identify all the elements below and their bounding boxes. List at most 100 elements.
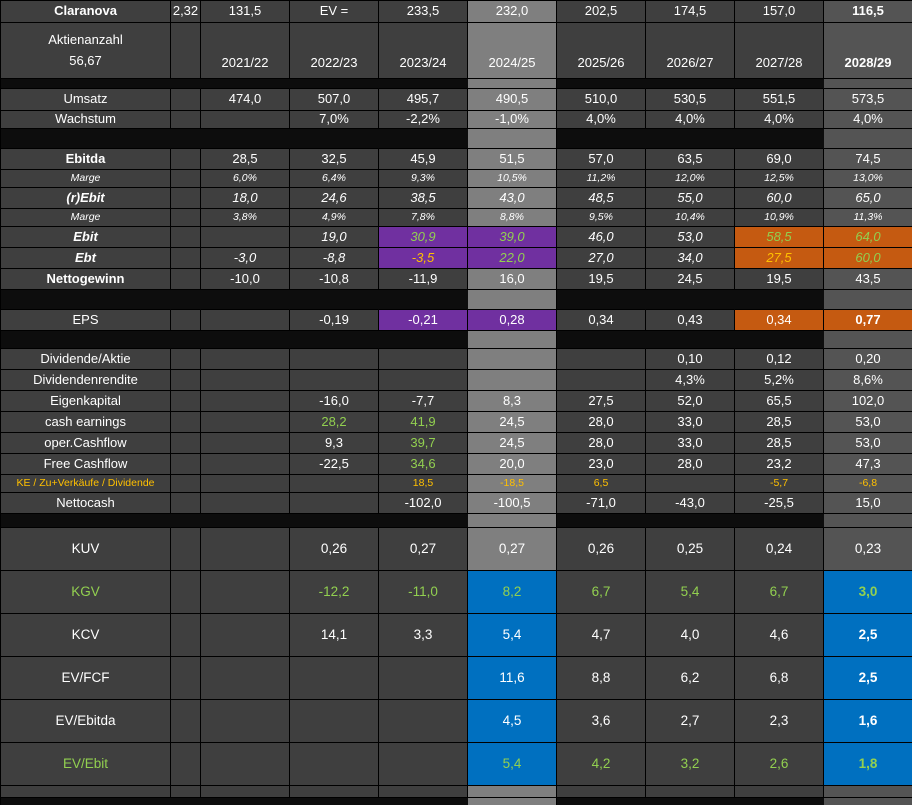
cell-ebitda-7[interactable]: 74,5 <box>824 149 912 170</box>
cell-ebit-4[interactable]: 46,0 <box>557 227 646 248</box>
cell-nettogewinn-6[interactable]: 19,5 <box>735 269 824 290</box>
col-header-2027-28[interactable]: 2027/28 <box>735 23 824 79</box>
cell-dividende-aktie-4[interactable] <box>557 349 646 370</box>
cell-ke-zu-verkaeufe-dividende-0[interactable] <box>201 475 290 493</box>
cell-footer-1-0[interactable] <box>201 786 290 798</box>
cell-ebitda-1[interactable]: 32,5 <box>290 149 379 170</box>
cell-ebitda-marge-1[interactable]: 6,4% <box>290 170 379 188</box>
cell-ev-ebit-1[interactable] <box>290 743 379 786</box>
cell-ebitda-marge-2[interactable]: 9,3% <box>379 170 468 188</box>
cell-oper-cashflow-5[interactable]: 33,0 <box>646 433 735 454</box>
cell-ev-ebit-3[interactable]: 5,4 <box>468 743 557 786</box>
cell-ev-ebit-6[interactable]: 2,6 <box>735 743 824 786</box>
cell-dividendenrendite-narrow[interactable] <box>171 370 201 391</box>
cell-footer-1-7[interactable] <box>824 786 912 798</box>
cell-ke-zu-verkaeufe-dividende-2[interactable]: 18,5 <box>379 475 468 493</box>
cell-dividende-aktie-6[interactable]: 0,12 <box>735 349 824 370</box>
cell-kgv-7[interactable]: 3,0 <box>824 571 912 614</box>
cell-ev-ebitda-4[interactable]: 3,6 <box>557 700 646 743</box>
cell-wachstum-3[interactable]: -1,0% <box>468 111 557 129</box>
cell-ev-ebit-2[interactable] <box>379 743 468 786</box>
row-label-ebit[interactable]: Ebit <box>1 227 171 248</box>
cell-nettogewinn-3[interactable]: 16,0 <box>468 269 557 290</box>
cell-nettogewinn-5[interactable]: 24,5 <box>646 269 735 290</box>
cell-rebit-marge-5[interactable]: 10,4% <box>646 209 735 227</box>
col-header-2024-25[interactable]: 2024/25 <box>468 23 557 79</box>
cell-ev-fcf-1[interactable] <box>290 657 379 700</box>
cell-cash-earnings-5[interactable]: 33,0 <box>646 412 735 433</box>
cell-ebitda-marge-narrow[interactable] <box>171 170 201 188</box>
cell-eigenkapital-narrow[interactable] <box>171 391 201 412</box>
cell-nettogewinn-1[interactable]: -10,8 <box>290 269 379 290</box>
cell-rebit-marge-2[interactable]: 7,8% <box>379 209 468 227</box>
row-label-oper-cashflow[interactable]: oper.Cashflow <box>1 433 171 454</box>
cell-wachstum-4[interactable]: 4,0% <box>557 111 646 129</box>
cell-ebit-3[interactable]: 39,0 <box>468 227 557 248</box>
cell-kcv-5[interactable]: 4,0 <box>646 614 735 657</box>
cell-ebit-2[interactable]: 30,9 <box>379 227 468 248</box>
cell-rebit-marge-7[interactable]: 11,3% <box>824 209 912 227</box>
row-label-rebit-marge[interactable]: Marge <box>1 209 171 227</box>
cell-ebitda-marge-7[interactable]: 13,0% <box>824 170 912 188</box>
cell-dividende-aktie-1[interactable] <box>290 349 379 370</box>
cell-ebit-0[interactable] <box>201 227 290 248</box>
cell-ebitda-3[interactable]: 51,5 <box>468 149 557 170</box>
cell-dividendenrendite-7[interactable]: 8,6% <box>824 370 912 391</box>
cell-eps-2[interactable]: -0,21 <box>379 310 468 331</box>
cell-ev-fcf-4[interactable]: 8,8 <box>557 657 646 700</box>
cell-kuv-7[interactable]: 0,23 <box>824 528 912 571</box>
cell-free-cashflow-5[interactable]: 28,0 <box>646 454 735 475</box>
cell-ebt-0[interactable]: -3,0 <box>201 248 290 269</box>
cell-kgv-2[interactable]: -11,0 <box>379 571 468 614</box>
cell-rebit-2[interactable]: 38,5 <box>379 188 468 209</box>
cell-ev-fcf-5[interactable]: 6,2 <box>646 657 735 700</box>
cell-nettogewinn-narrow[interactable] <box>171 269 201 290</box>
cell-ke-zu-verkaeufe-dividende-narrow[interactable] <box>171 475 201 493</box>
cell-rebit-narrow[interactable] <box>171 188 201 209</box>
cell-ev-ebitda-narrow[interactable] <box>171 700 201 743</box>
cell-ev-fcf-7[interactable]: 2,5 <box>824 657 912 700</box>
cell-nettocash-narrow[interactable] <box>171 493 201 514</box>
row-label-footer-1[interactable] <box>1 786 171 798</box>
cell-years-header-narrow[interactable] <box>171 23 201 79</box>
col-header-2021-22[interactable]: 2021/22 <box>201 23 290 79</box>
cell-ev-0[interactable]: 131,5 <box>201 1 290 23</box>
col-header-2026-27[interactable]: 2026/27 <box>646 23 735 79</box>
cell-free-cashflow-4[interactable]: 23,0 <box>557 454 646 475</box>
cell-kgv-0[interactable] <box>201 571 290 614</box>
cell-free-cashflow-6[interactable]: 23,2 <box>735 454 824 475</box>
cell-oper-cashflow-6[interactable]: 28,5 <box>735 433 824 454</box>
row-label-free-cashflow[interactable]: Free Cashflow <box>1 454 171 475</box>
cell-footer-1-3[interactable] <box>468 786 557 798</box>
cell-ev-ebit-7[interactable]: 1,8 <box>824 743 912 786</box>
cell-nettocash-6[interactable]: -25,5 <box>735 493 824 514</box>
cell-ebt-5[interactable]: 34,0 <box>646 248 735 269</box>
cell-kcv-narrow[interactable] <box>171 614 201 657</box>
row-label-rebit[interactable]: (r)Ebit <box>1 188 171 209</box>
cell-rebit-1[interactable]: 24,6 <box>290 188 379 209</box>
row-label-ev-ebitda[interactable]: EV/Ebitda <box>1 700 171 743</box>
cell-kuv-1[interactable]: 0,26 <box>290 528 379 571</box>
row-label-kuv[interactable]: KUV <box>1 528 171 571</box>
cell-nettocash-4[interactable]: -71,0 <box>557 493 646 514</box>
cell-nettogewinn-0[interactable]: -10,0 <box>201 269 290 290</box>
cell-ev-ebitda-7[interactable]: 1,6 <box>824 700 912 743</box>
col-header-2025-26[interactable]: 2025/26 <box>557 23 646 79</box>
cell-rebit-marge-1[interactable]: 4,9% <box>290 209 379 227</box>
cell-eps-narrow[interactable] <box>171 310 201 331</box>
cell-kuv-4[interactable]: 0,26 <box>557 528 646 571</box>
cell-dividendenrendite-0[interactable] <box>201 370 290 391</box>
cell-ke-zu-verkaeufe-dividende-6[interactable]: -5,7 <box>735 475 824 493</box>
cell-dividendenrendite-3[interactable] <box>468 370 557 391</box>
cell-ev-fcf-narrow[interactable] <box>171 657 201 700</box>
cell-kuv-6[interactable]: 0,24 <box>735 528 824 571</box>
cell-oper-cashflow-narrow[interactable] <box>171 433 201 454</box>
cell-rebit-4[interactable]: 48,5 <box>557 188 646 209</box>
row-label-ev[interactable]: Claranova <box>1 1 171 23</box>
row-label-nettogewinn[interactable]: Nettogewinn <box>1 269 171 290</box>
cell-dividende-aktie-5[interactable]: 0,10 <box>646 349 735 370</box>
cell-ev-ebitda-2[interactable] <box>379 700 468 743</box>
cell-umsatz-6[interactable]: 551,5 <box>735 89 824 111</box>
col-header-2023-24[interactable]: 2023/24 <box>379 23 468 79</box>
cell-wachstum-6[interactable]: 4,0% <box>735 111 824 129</box>
